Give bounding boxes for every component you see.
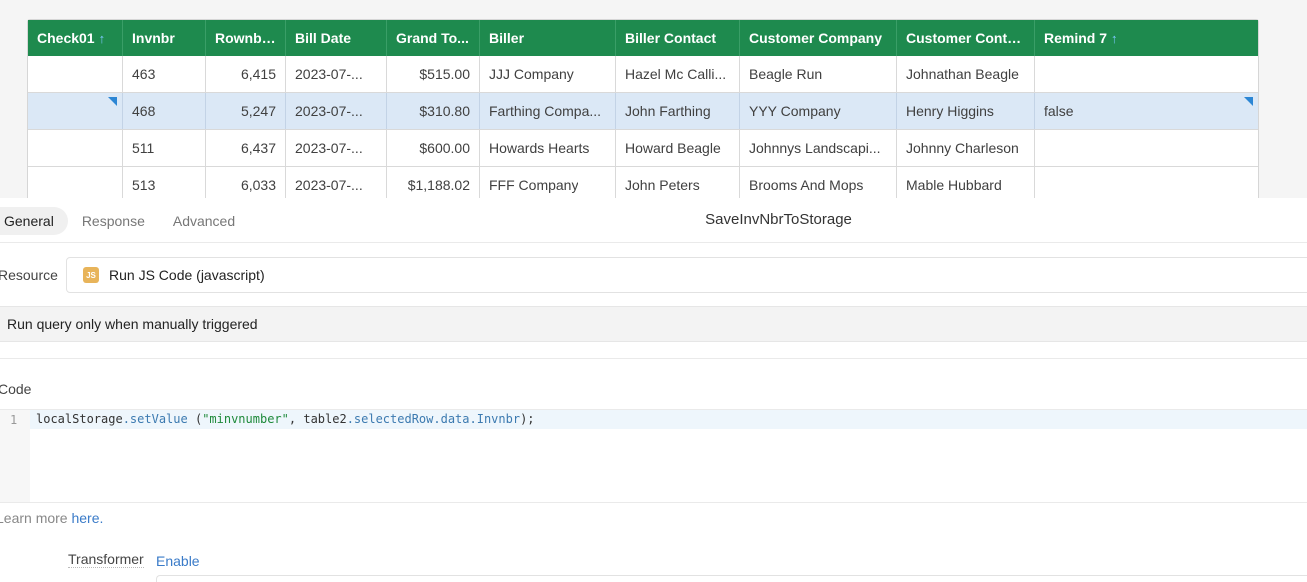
transformer-editor[interactable] [156,575,1307,582]
column-header-remind-7[interactable]: Remind 7 ↑ [1035,20,1258,56]
column-header-biller-contact[interactable]: Biller Contact [616,20,740,56]
table-cell-biller[interactable]: FFF Company [480,167,616,198]
table-cell-rownbr[interactable]: 6,033 [206,167,286,198]
table-cell-bill-date[interactable]: 2023-07-... [286,167,387,198]
table-cell-check01[interactable] [28,167,123,198]
table-cell-invnbr[interactable]: 468 [123,93,206,129]
column-header-customer-company[interactable]: Customer Company [740,20,897,56]
table-cell-customer-company[interactable]: Brooms And Mops [740,167,897,198]
resource-select[interactable]: JS Run JS Code (javascript) [66,257,1307,293]
line-number: 1 [10,413,18,427]
table-cell-biller[interactable]: JJJ Company [480,56,616,92]
table-cell-grand-total[interactable]: $1,188.02 [387,167,480,198]
sort-asc-icon: ↑ [1111,30,1118,46]
divider [0,242,1307,243]
query-tabs: General Response Advanced [0,207,249,235]
resource-label: Resource [0,267,58,283]
code-token-method: .setValue [122,412,188,426]
transformer-label: Transformer [68,551,144,568]
table-cell-customer-company[interactable]: Beagle Run [740,56,897,92]
code-label: Code [0,381,32,397]
trigger-mode-select[interactable]: Run query only when manually triggered [0,306,1307,342]
table-cell-invnbr[interactable]: 463 [123,56,206,92]
learn-more-link[interactable]: here. [71,510,103,526]
table-row-selected[interactable]: 468 5,247 2023-07-... $310.80 Farthing C… [28,93,1258,130]
table-cell-biller[interactable]: Farthing Compa... [480,93,616,129]
table-cell-remind-7[interactable] [1035,167,1258,198]
editor-gutter: 1 [0,410,30,502]
table-cell-check01[interactable] [28,93,123,129]
table-cell-check01[interactable] [28,130,123,166]
column-header-grand-total[interactable]: Grand To... [387,20,480,56]
sort-asc-icon: ↑ [98,30,106,46]
table-cell-remind-7[interactable] [1035,130,1258,166]
table-cell-invnbr[interactable]: 513 [123,167,206,198]
table-cell-grand-total[interactable]: $515.00 [387,56,480,92]
table-cell-bill-date[interactable]: 2023-07-... [286,93,387,129]
code-token-close: ); [520,412,535,426]
table-cell-rownbr[interactable]: 6,415 [206,56,286,92]
javascript-icon: JS [83,267,99,283]
column-header-rownbr[interactable]: Rownbr... [206,20,286,56]
tab-general[interactable]: General [0,207,68,235]
table-cell-bill-date[interactable]: 2023-07-... [286,56,387,92]
trigger-mode-label: Run query only when manually triggered [7,316,258,332]
table-cell-remind-7[interactable]: false [1035,93,1258,129]
table-cell-grand-total[interactable]: $310.80 [387,93,480,129]
table-header: Check01 ↑ Invnbr Rownbr... Bill Date Gran… [28,20,1258,56]
table-cell-customer-company[interactable]: YYY Company [740,93,897,129]
table-cell-biller[interactable]: Howards Hearts [480,130,616,166]
table-row[interactable]: 511 6,437 2023-07-... $600.00 Howards He… [28,130,1258,167]
column-header-invnbr[interactable]: Invnbr [123,20,206,56]
column-header-customer-contact[interactable]: Customer Conta... [897,20,1035,56]
transformer-enable-button[interactable]: Enable [156,553,200,569]
table-cell-customer-company[interactable]: Johnnys Landscapi... [740,130,897,166]
table-cell-biller-contact[interactable]: John Peters [616,167,740,198]
table-cell-biller-contact[interactable]: Howard Beagle [616,130,740,166]
edited-cell-marker-icon [108,97,117,106]
table-cell-customer-contact[interactable]: Johnathan Beagle [897,56,1035,92]
table-cell-check01[interactable] [28,56,123,92]
divider [0,358,1307,359]
column-header-bill-date[interactable]: Bill Date [286,20,387,56]
table-cell-bill-date[interactable]: 2023-07-... [286,130,387,166]
resource-value: Run JS Code (javascript) [109,267,265,283]
data-table: Check01 ↑ Invnbr Rownbr... Bill Date Gran… [27,19,1259,198]
table-cell-rownbr[interactable]: 5,247 [206,93,286,129]
table-area: Check01 ↑ Invnbr Rownbr... Bill Date Gran… [0,0,1307,198]
table-row[interactable]: 463 6,415 2023-07-... $515.00 JJJ Compan… [28,56,1258,93]
column-header-biller[interactable]: Biller [480,20,616,56]
table-cell-customer-contact[interactable]: Mable Hubbard [897,167,1035,198]
table-cell-rownbr[interactable]: 6,437 [206,130,286,166]
tab-response[interactable]: Response [68,207,159,235]
table-row[interactable]: 513 6,033 2023-07-... $1,188.02 FFF Comp… [28,167,1258,198]
column-header-check01[interactable]: Check01 ↑ [28,20,123,56]
table-cell-biller-contact[interactable]: John Farthing [616,93,740,129]
table-cell-remind-7[interactable] [1035,56,1258,92]
code-token-paren: ( [187,412,203,426]
code-token-string: "minvnumber" [202,412,289,426]
table-cell-biller-contact[interactable]: Hazel Mc Calli... [616,56,740,92]
table-cell-invnbr[interactable]: 511 [123,130,206,166]
code-editor[interactable]: 1 localStorage.setValue ("minvnumber", t… [0,409,1307,503]
code-token-table: , table2 [288,412,347,426]
code-line[interactable]: localStorage.setValue ("minvnumber", tab… [30,410,1307,429]
table-cell-customer-contact[interactable]: Johnny Charleson [897,130,1035,166]
tab-advanced[interactable]: Advanced [159,207,249,235]
edited-cell-marker-icon [1244,97,1253,106]
code-token-object: localStorage [36,412,123,426]
learn-more-text: Learn more here. [0,510,104,526]
table-cell-grand-total[interactable]: $600.00 [387,130,480,166]
query-editor-panel: SaveInvNbrToStorage General Response Adv… [0,198,1307,582]
table-cell-customer-contact[interactable]: Henry Higgins [897,93,1035,129]
code-token-property-chain: .selectedRow.data.Invnbr [346,412,521,426]
